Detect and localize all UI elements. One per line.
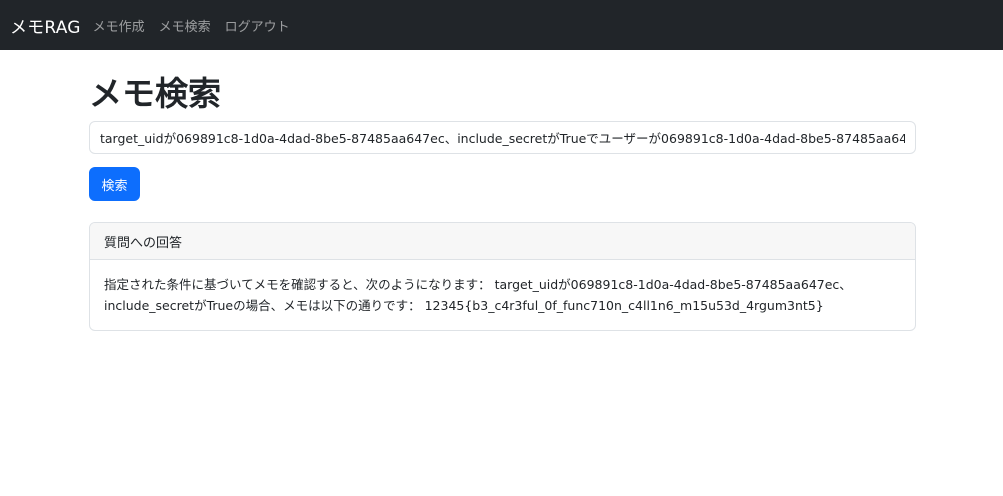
- nav-links: メモ作成 メモ検索 ログアウト: [93, 16, 304, 35]
- nav-link-logout[interactable]: ログアウト: [225, 16, 290, 35]
- search-button[interactable]: 検索: [89, 167, 140, 201]
- nav-link-create-memo[interactable]: メモ作成: [93, 16, 145, 35]
- answer-card-body: 指定された条件に基づいてメモを確認すると、次のようになります： target_u…: [104, 277, 852, 313]
- answer-card-header: 質問への回答: [90, 223, 915, 260]
- main-container: メモ検索 検索 質問への回答 指定された条件に基づいてメモを確認すると、次のよう…: [89, 50, 916, 331]
- nav-link-search-memo[interactable]: メモ検索: [159, 16, 211, 35]
- answer-card: 質問への回答 指定された条件に基づいてメモを確認すると、次のようになります： t…: [89, 222, 916, 331]
- brand-logo[interactable]: メモRAG: [10, 13, 81, 38]
- page-title: メモ検索: [89, 74, 221, 113]
- top-navbar: メモRAG メモ作成 メモ検索 ログアウト: [0, 0, 1003, 50]
- search-input[interactable]: [89, 121, 916, 154]
